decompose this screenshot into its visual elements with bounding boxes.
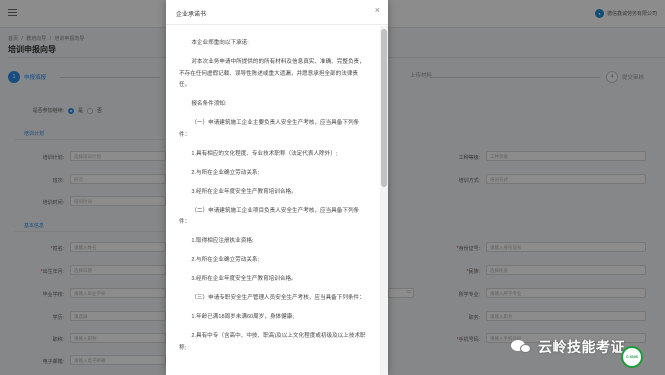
modal-paragraph: 本企业郑重向以下承诺: bbox=[191, 40, 249, 46]
modal-paragraph: 2.具有中专（含高中、中技、职高)及以上文化程度或初级及以上技术职称; bbox=[179, 333, 366, 351]
watermark: 云岭技能考证 bbox=[511, 337, 625, 357]
modal-scrollbar[interactable] bbox=[380, 26, 388, 375]
modal-paragraph: 1.具有相应的文化程度、专业技术职称（法定代表人除外）; bbox=[191, 150, 338, 157]
modal-paragraph: （一）申请建筑施工企业主要负责人安全生产考核，应当具备下列条件： bbox=[179, 120, 360, 138]
wechat-logo-icon bbox=[511, 340, 533, 354]
modal-paragraph: 1.取得相应注册执业资格; bbox=[191, 238, 254, 244]
close-icon[interactable]: × bbox=[375, 6, 380, 15]
modal-paragraph: 1.年龄已满18周岁未满60周岁，身体健康; bbox=[191, 314, 294, 320]
modal-paragraph: 3.经所在企业年度安全生产教育培训合格。 bbox=[191, 188, 297, 195]
watermark-text: 云岭技能考证 bbox=[538, 339, 625, 355]
modal-paragraph: （三）申请专职安全生产管理人员安全生产考核，应当具备下列条件： bbox=[191, 295, 365, 301]
modal-paragraph: 3.经所在企业年度安全生产教育培训合格。 bbox=[191, 276, 297, 282]
modal-paragraph: 报名条件须知: bbox=[191, 101, 227, 107]
modal-header: 企业承诺书 × bbox=[166, 0, 388, 25]
modal-title: 企业承诺书 bbox=[176, 12, 207, 18]
scrollbar-thumb[interactable] bbox=[381, 29, 387, 187]
modal-paragraph: 2.与所在企业确立劳动关系; bbox=[191, 257, 260, 263]
modal-paragraph: （二）申请建筑施工企业项目负责人安全生产考核，应当具备下列条件： bbox=[179, 207, 360, 226]
modal-paragraph: 2.与所在企业确立劳动关系; bbox=[191, 169, 260, 176]
certification-badge-icon: C KNIS bbox=[621, 346, 643, 368]
modal-body: 本企业郑重向以下承诺: 对本次业务申请中所提供的的所有材料及信息真实、准确、完整负… bbox=[166, 26, 380, 375]
modal-paragraph: 对本次业务申请中所提供的的所有材料及信息真实、准确、完整负责，不存在任何虚假记载… bbox=[179, 59, 365, 88]
commitment-modal: 企业承诺书 × 本企业郑重向以下承诺: 对本次业务申请中所提供的的所有材料及信息真… bbox=[166, 0, 388, 375]
